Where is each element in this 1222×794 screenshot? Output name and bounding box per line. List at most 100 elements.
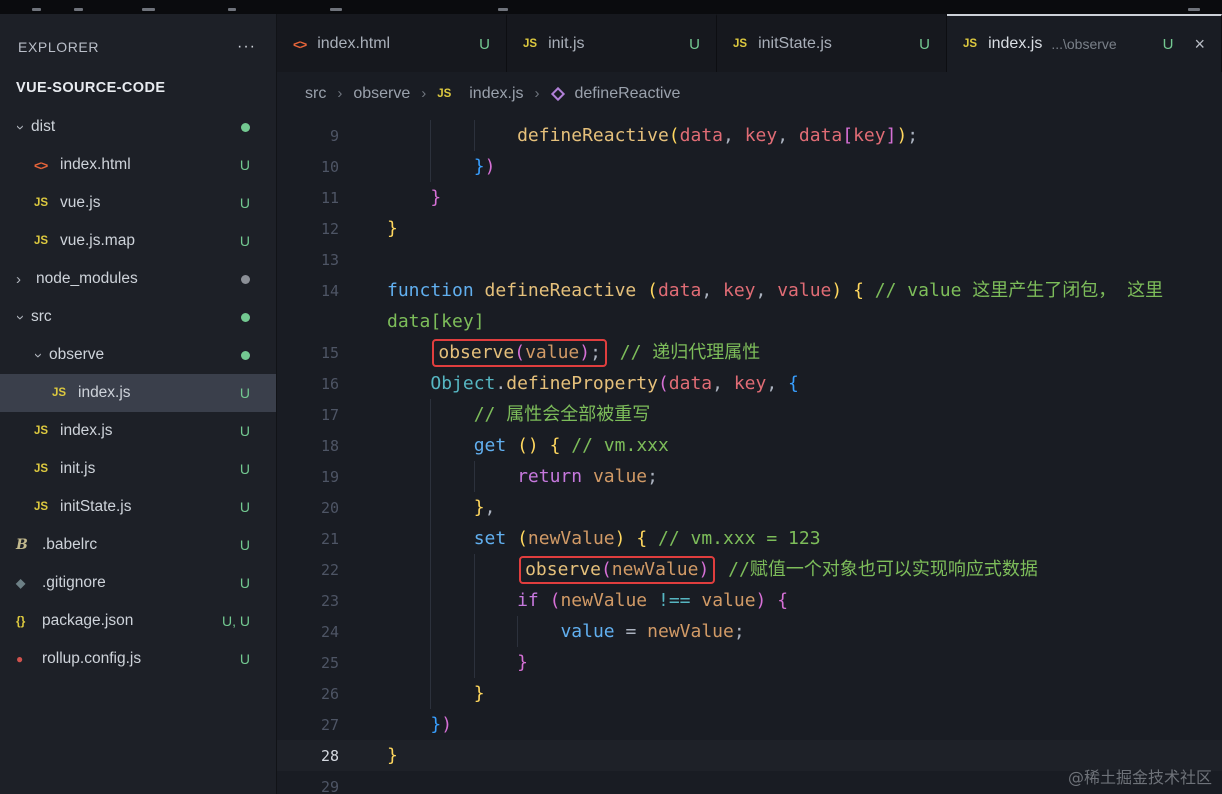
html-icon: <> xyxy=(34,157,48,173)
code-line[interactable]: 23 if (newValue !== value) { xyxy=(277,585,1222,616)
code-line[interactable]: 13 xyxy=(277,244,1222,275)
git-status-badge: U xyxy=(239,233,250,249)
code-line[interactable]: 21 set (newValue) { // vm.xxx = 123 xyxy=(277,523,1222,554)
code-token: ) xyxy=(579,342,591,363)
tab-index.js[interactable]: JS index.js ...\observe U × xyxy=(947,14,1222,72)
file-index.js[interactable]: JS index.js U xyxy=(0,412,276,450)
item-label: vue.js.map xyxy=(60,232,135,249)
breadcrumb-label: src xyxy=(305,84,327,102)
code-line[interactable]: 26 } xyxy=(277,678,1222,709)
code-token: ( xyxy=(647,280,658,301)
file-init.js[interactable]: JS init.js U xyxy=(0,450,276,488)
indent-guide xyxy=(387,647,430,678)
modified-dot xyxy=(241,274,250,284)
code-token: !== xyxy=(658,590,691,611)
modified-dot xyxy=(241,122,250,132)
code-token: ; xyxy=(907,125,919,146)
breadcrumb-item-defineReactive[interactable]: defineReactive xyxy=(550,85,680,103)
breadcrumb-item-src[interactable]: src xyxy=(305,85,326,103)
project-root-folder[interactable]: VUE-SOURCE-CODE xyxy=(0,72,276,108)
code-token: ) xyxy=(484,156,496,177)
code-line[interactable]: 16 Object.defineProperty(data, key, { xyxy=(277,368,1222,399)
indent-guide xyxy=(430,647,474,678)
file-rollup.config.js[interactable]: ● rollup.config.js U xyxy=(0,640,276,678)
file-package.json[interactable]: {} package.json U, U xyxy=(0,602,276,640)
tab-index.html[interactable]: <> index.html U xyxy=(277,14,507,72)
indent-guide xyxy=(387,461,430,492)
file-index.js[interactable]: JS index.js U xyxy=(0,374,276,412)
code-token: ( xyxy=(657,373,669,394)
line-content: defineReactive(data, key, data[key]); xyxy=(339,120,919,151)
tab-init.js[interactable]: JS init.js U xyxy=(507,14,717,72)
tab-initState.js[interactable]: JS initState.js U xyxy=(717,14,947,72)
line-content: value = newValue; xyxy=(339,616,745,647)
code-line[interactable]: 9 defineReactive(data, key, data[key]); xyxy=(277,120,1222,151)
indent-guide xyxy=(387,368,430,399)
item-label: index.html xyxy=(60,156,131,173)
folder-dist[interactable]: › dist xyxy=(0,108,276,146)
code-token: , xyxy=(755,280,778,301)
code-line[interactable]: 18 get () { // vm.xxx xyxy=(277,430,1222,461)
git-status-badge: U xyxy=(1162,35,1174,53)
chevron-down-icon: › xyxy=(30,352,47,358)
code-line[interactable]: 24 value = newValue; xyxy=(277,616,1222,647)
breadcrumb-item-index.js[interactable]: JS index.js xyxy=(437,85,523,103)
folder-node_modules[interactable]: › node_modules xyxy=(0,260,276,298)
indent-guide xyxy=(387,616,430,647)
line-content: set (newValue) { // vm.xxx = 123 xyxy=(339,523,821,554)
code-line[interactable]: 17 // 属性会全部被重写 xyxy=(277,399,1222,430)
code-line[interactable]: 14 function defineReactive (data, key, va… xyxy=(277,275,1222,306)
code-line[interactable]: 10 }) xyxy=(277,151,1222,182)
file-.gitignore[interactable]: ◆ .gitignore U xyxy=(0,564,276,602)
breadcrumb-item-observe[interactable]: observe xyxy=(353,85,410,103)
tab-label: initState.js xyxy=(758,35,832,52)
item-label: observe xyxy=(49,346,105,363)
file-.babelrc[interactable]: B .babelrc U xyxy=(0,526,276,564)
folder-observe[interactable]: › observe xyxy=(0,336,276,374)
code-line[interactable]: 25 } xyxy=(277,647,1222,678)
code-token: ; xyxy=(733,621,745,642)
code-line[interactable]: 11 } xyxy=(277,182,1222,213)
code-token: data xyxy=(679,125,723,146)
line-content: }) xyxy=(339,151,496,182)
code-line[interactable]: 22 observe(newValue) //赋值一个对象也可以实现响应式数据 xyxy=(277,554,1222,585)
close-icon[interactable]: × xyxy=(1194,34,1205,55)
line-content: return value; xyxy=(339,461,658,492)
js-icon: JS xyxy=(34,197,49,209)
code-line[interactable]: 20 }, xyxy=(277,492,1222,523)
item-label: index.js xyxy=(78,384,131,401)
code-token: function xyxy=(387,280,474,301)
file-index.html[interactable]: <> index.html U xyxy=(0,146,276,184)
code-token: // 递归代理属性 xyxy=(619,342,761,363)
code-token: // vm.xxx = 123 xyxy=(658,528,821,549)
titlebar-text-fragment xyxy=(142,8,155,11)
js-icon: JS xyxy=(733,38,748,50)
code-token: // value 这里产生了闭包， 这里 xyxy=(874,280,1164,301)
folder-src[interactable]: › src xyxy=(0,298,276,336)
code-token: newValue xyxy=(527,528,615,549)
code-token: { xyxy=(636,528,648,549)
code-line[interactable]: 19 return value; xyxy=(277,461,1222,492)
indent-guide xyxy=(387,399,430,430)
line-number: 28 xyxy=(320,747,339,765)
file-vue.js.map[interactable]: JS vue.js.map U xyxy=(0,222,276,260)
more-actions-icon[interactable]: ··· xyxy=(237,38,256,56)
code-token: . xyxy=(495,373,507,394)
code-token: ( xyxy=(517,528,528,549)
file-initState.js[interactable]: JS initState.js U xyxy=(0,488,276,526)
code-line[interactable]: 12} xyxy=(277,213,1222,244)
line-content: } xyxy=(339,647,528,678)
code-editor[interactable]: @稀土掘金技术社区 9 defineReactive(data, key, da… xyxy=(277,115,1222,794)
file-vue.js[interactable]: JS vue.js U xyxy=(0,184,276,222)
code-token: ) xyxy=(614,528,626,549)
line-number: 19 xyxy=(320,468,339,486)
code-line[interactable]: data[key] xyxy=(277,306,1222,337)
indent-guide xyxy=(387,554,430,585)
code-line[interactable]: 27 }) xyxy=(277,709,1222,740)
code-token: Object xyxy=(430,373,496,394)
code-line[interactable]: 15 observe(value); // 递归代理属性 xyxy=(277,337,1222,368)
indent-guide xyxy=(430,120,474,151)
